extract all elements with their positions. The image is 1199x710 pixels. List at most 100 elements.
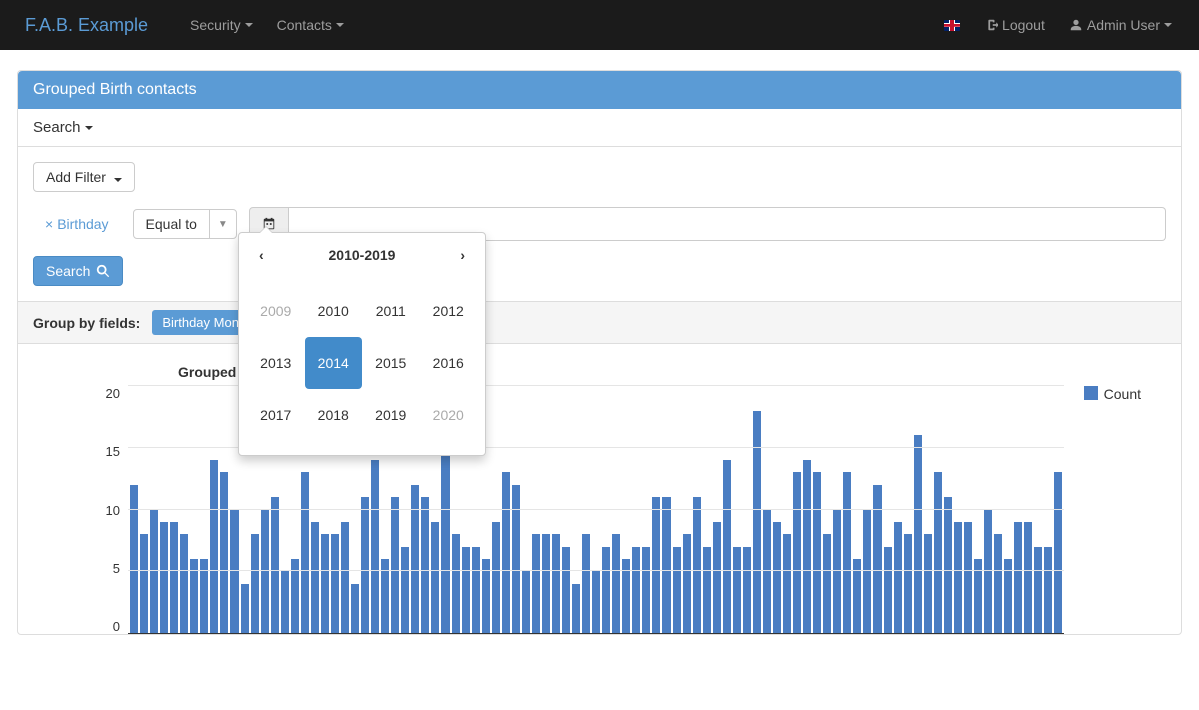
- y-tick: 10: [106, 503, 120, 518]
- bar: [843, 472, 851, 633]
- search-button[interactable]: Search: [33, 256, 123, 286]
- y-tick: 0: [113, 619, 120, 634]
- legend-swatch: [1084, 386, 1098, 400]
- bar: [984, 510, 992, 634]
- bar: [1044, 547, 1052, 633]
- bar: [140, 534, 148, 633]
- bar: [894, 522, 902, 633]
- year-2020[interactable]: 2020: [420, 389, 478, 441]
- bar: [944, 497, 952, 633]
- bar: [371, 460, 379, 633]
- brand-link[interactable]: F.A.B. Example: [15, 15, 158, 36]
- bar: [693, 497, 701, 633]
- bar: [261, 510, 269, 634]
- bar: [542, 534, 550, 633]
- bar: [210, 460, 218, 633]
- bar: [311, 522, 319, 633]
- bar: [743, 547, 751, 633]
- bar: [180, 534, 188, 633]
- chevron-down-icon: [245, 23, 253, 27]
- year-2010[interactable]: 2010: [305, 285, 363, 337]
- bar: [411, 485, 419, 633]
- bar: [582, 534, 590, 633]
- logout-label: Logout: [1002, 17, 1045, 33]
- bar: [753, 411, 761, 633]
- filter-operator-select[interactable]: Equal to ▼: [133, 209, 237, 239]
- grid-line: [128, 509, 1064, 510]
- search-toggle[interactable]: Search: [18, 109, 1181, 147]
- year-2012[interactable]: 2012: [420, 285, 478, 337]
- bar: [823, 534, 831, 633]
- nav-contacts[interactable]: Contacts: [265, 0, 356, 50]
- bar: [472, 547, 480, 633]
- filter-body: Add Filter × Birthday Equal to ▼: [18, 147, 1181, 301]
- bar: [662, 497, 670, 633]
- bar: [492, 522, 500, 633]
- navbar: F.A.B. Example Security Contacts Logout …: [0, 0, 1199, 50]
- bar: [241, 584, 249, 633]
- bar: [170, 522, 178, 633]
- year-2016[interactable]: 2016: [420, 337, 478, 389]
- bar: [150, 510, 158, 634]
- year-2017[interactable]: 2017: [247, 389, 305, 441]
- bar: [592, 571, 600, 633]
- chart: Grouped Bi 20151050 Count: [18, 344, 1181, 634]
- group-by-bar: Group by fields: Birthday Month: [18, 301, 1181, 344]
- y-tick: 5: [113, 561, 120, 576]
- bar: [673, 547, 681, 633]
- bar: [1024, 522, 1032, 633]
- bar: [783, 534, 791, 633]
- logout-icon: [984, 18, 998, 32]
- bar: [904, 534, 912, 633]
- year-2009[interactable]: 2009: [247, 285, 305, 337]
- year-2018[interactable]: 2018: [305, 389, 363, 441]
- bar: [713, 522, 721, 633]
- year-2015[interactable]: 2015: [362, 337, 420, 389]
- datepicker-title[interactable]: 2010-2019: [272, 247, 453, 263]
- language-flag[interactable]: [932, 0, 972, 50]
- user-menu[interactable]: Admin User: [1057, 0, 1184, 50]
- datepicker-prev[interactable]: ‹: [251, 243, 272, 267]
- search-button-label: Search: [46, 263, 90, 279]
- bar: [321, 534, 329, 633]
- bar: [341, 522, 349, 633]
- bar: [301, 472, 309, 633]
- datepicker-popover: ‹ 2010-2019 › 20092010201120122013201420…: [238, 232, 486, 456]
- bar: [331, 534, 339, 633]
- bar: [552, 534, 560, 633]
- panel: Grouped Birth contacts Search Add Filter…: [17, 70, 1182, 635]
- bar: [572, 584, 580, 633]
- bar: [914, 435, 922, 633]
- main-container: Grouped Birth contacts Search Add Filter…: [17, 70, 1182, 635]
- bar: [512, 485, 520, 633]
- chart-legend: Count: [1084, 386, 1141, 634]
- bar: [773, 522, 781, 633]
- bar: [251, 534, 259, 633]
- bar: [1054, 472, 1062, 633]
- bar: [1014, 522, 1022, 633]
- bar: [431, 522, 439, 633]
- chevron-down-icon: ▼: [209, 210, 236, 238]
- year-2013[interactable]: 2013: [247, 337, 305, 389]
- bar: [462, 547, 470, 633]
- remove-filter-birthday[interactable]: × Birthday: [33, 216, 121, 232]
- datepicker-next[interactable]: ›: [452, 243, 473, 267]
- navbar-left: F.A.B. Example Security Contacts: [15, 0, 356, 50]
- bar: [391, 497, 399, 633]
- bar: [612, 534, 620, 633]
- bar: [401, 547, 409, 633]
- add-filter-button[interactable]: Add Filter: [33, 162, 135, 192]
- bar: [220, 472, 228, 633]
- bar: [934, 472, 942, 633]
- bar: [441, 448, 449, 633]
- chevron-down-icon: [85, 126, 93, 130]
- nav-security[interactable]: Security: [178, 0, 265, 50]
- year-2014[interactable]: 2014: [305, 337, 363, 389]
- year-2019[interactable]: 2019: [362, 389, 420, 441]
- year-2011[interactable]: 2011: [362, 285, 420, 337]
- chevron-down-icon: [336, 23, 344, 27]
- legend-label: Count: [1104, 386, 1141, 402]
- logout-link[interactable]: Logout: [972, 0, 1057, 50]
- bar: [502, 472, 510, 633]
- bar: [271, 497, 279, 633]
